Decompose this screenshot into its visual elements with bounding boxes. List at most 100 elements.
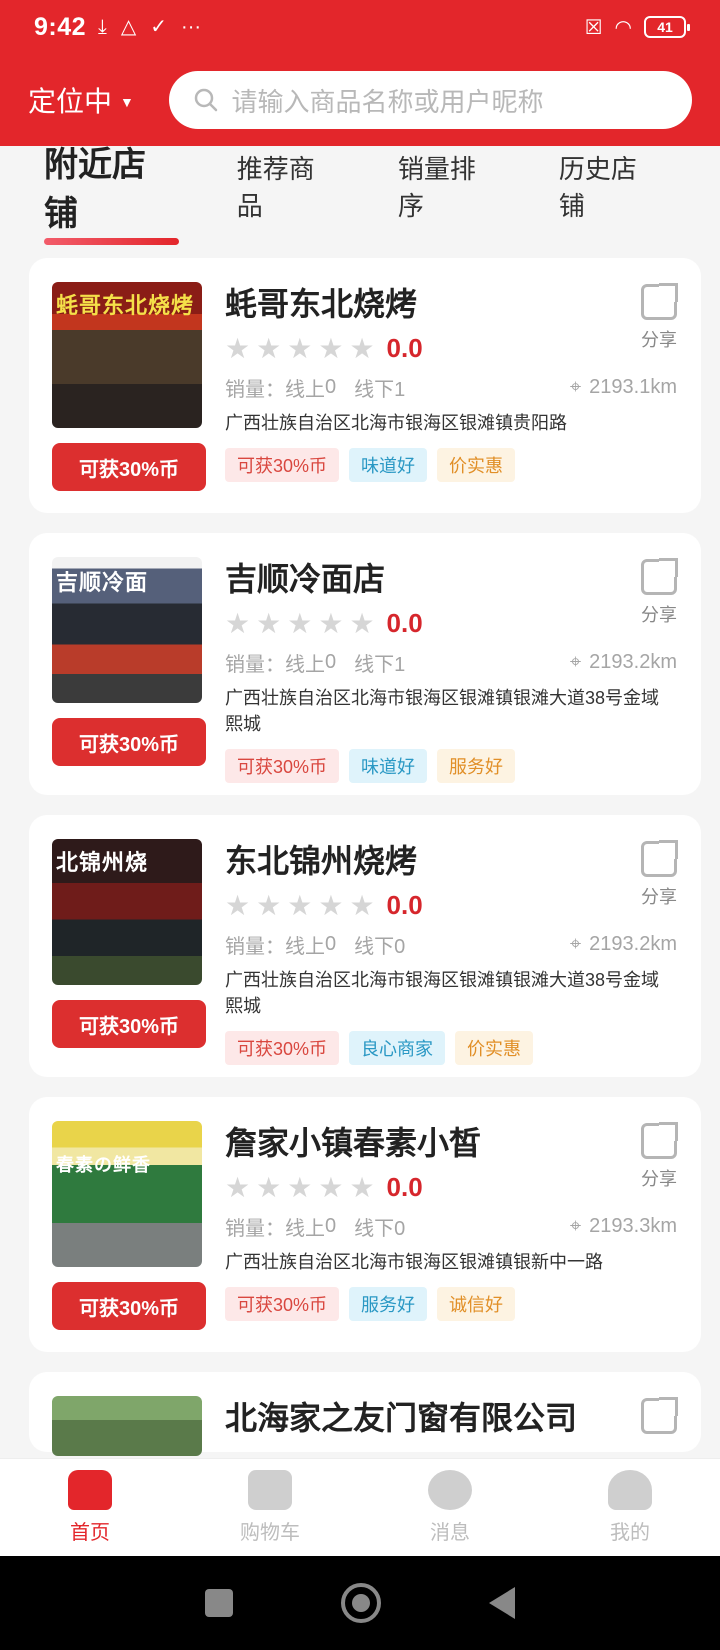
shop-card[interactable]: 春素の鲜香 可获30%币 詹家小镇春素小皙 ★ ★ ★ ★ ★ 0.0 销量： 线上 0 线… [29,1097,701,1352]
shop-image [52,1396,202,1456]
user-icon [608,1470,652,1510]
nav-cart-label: 购物车 [240,1522,300,1544]
star-icon: ★ [349,332,375,364]
sales-row: 销量： 线上 0 线下0 ⌖ 2193.3km [225,1209,677,1243]
shop-name: 东北锦州烧烤 [225,843,418,879]
star-icon: ★ [318,889,344,921]
tag: 可获30%币 [225,448,340,482]
shop-name: 詹家小镇春素小皙 [225,1125,482,1161]
coin-reward-button[interactable]: 可获30%币 [52,1282,206,1330]
tag: 良心商家 [349,1031,446,1065]
home-icon [68,1470,112,1510]
tag: 价实惠 [437,448,516,482]
nav-cart[interactable]: 购物车 [180,1459,360,1556]
location-label: 定位中 [28,86,113,117]
distance: ⌖ 2193.3km [570,1215,677,1238]
star-icon: ★ [256,607,282,639]
nav-me-label: 我的 [610,1522,650,1544]
tab-bar: 附近店铺 推荐商品 销量排序 历史店铺 [0,146,720,245]
nav-home-label: 首页 [70,1522,110,1544]
online-label: 线上 [285,1217,325,1240]
system-nav-bar [0,1556,720,1650]
distance: ⌖ 2193.2km [570,933,677,956]
offline-count: 0 [394,935,406,958]
star-icon: ★ [287,607,313,639]
sim-off-icon: ☒ [584,16,603,39]
sales-label: 销量： [225,378,285,401]
star-icon: ★ [287,332,313,364]
shop-name: 蚝哥东北烧烤 [225,286,418,322]
coin-reward-button[interactable]: 可获30%币 [52,1000,206,1048]
star-icon: ★ [318,332,344,364]
online-label: 线上 [285,935,325,958]
star-icon: ★ [349,889,375,921]
share-button[interactable]: 分享 [639,283,679,352]
coin-reward-button[interactable]: 可获30%币 [52,718,206,766]
shop-address: 广西壮族自治区北海市银海区银滩镇银滩大道38号金域熙城 [225,970,660,1016]
back-button[interactable] [489,1587,515,1619]
tab-recommended-goods[interactable]: 推荐商品 [237,149,340,223]
offline-label: 线下 [354,653,395,676]
distance-value: 2193.2km [589,932,677,955]
share-label: 分享 [641,605,677,625]
tag: 价实惠 [455,1031,534,1065]
shop-image: 北锦州烧 [52,839,202,985]
star-icon: ★ [349,607,375,639]
search-bar[interactable]: 请输入商品名称或用户昵称 [169,71,692,129]
shop-score: 0.0 [386,1171,423,1202]
tag: 可获30%币 [225,749,340,783]
nav-messages[interactable]: 消息 [360,1459,540,1556]
nav-messages-label: 消息 [430,1522,470,1544]
online-count: 0 [325,375,337,398]
shop-name: 吉顺冷面店 [225,561,386,597]
search-icon [195,88,218,112]
coin-reward-button[interactable]: 可获30%币 [52,443,206,491]
location-pin-icon: ⌖ [569,1214,582,1237]
status-bar: 9:42 ⤓ △ ✓ ··· ☒ ◠ 41 [0,0,720,54]
share-button[interactable]: 分享 [639,840,679,909]
shop-card[interactable]: 蚝哥东北烧烤 可获30%币 蚝哥东北烧烤 ★ ★ ★ ★ ★ 0.0 销量： 线上 0 线下… [29,258,701,513]
warning-icon: △ [120,16,137,38]
star-icon: ★ [225,889,251,921]
online-label: 线上 [285,653,325,676]
sales-row: 销量： 线上 0 线下0 ⌖ 2193.2km [225,927,677,961]
distance-value: 2193.1km [589,375,677,398]
shop-card[interactable]: 北海家之友门窗有限公司 [29,1372,701,1456]
status-time: 9:42 [34,12,87,41]
shop-address: 广西壮族自治区北海市银海区银滩镇银滩大道38号金域熙城 [225,688,660,734]
tab-nearby-shops[interactable]: 附近店铺 [44,137,179,245]
shop-image: 春素の鲜香 [52,1121,202,1267]
tab-history-shops[interactable]: 历史店铺 [559,149,662,223]
shop-card[interactable]: 吉顺冷面 可获30%币 吉顺冷面店 ★ ★ ★ ★ ★ 0.0 销量： 线上 0 线下1 ⌖… [29,533,701,795]
tab-sales-sort[interactable]: 销量排序 [398,149,501,223]
more-dots-icon: ··· [181,16,202,38]
share-icon [641,283,678,320]
shop-name: 北海家之友门窗有限公司 [225,1400,578,1436]
distance: ⌖ 2193.1km [570,376,677,399]
star-icon: ★ [256,1171,282,1203]
offline-count: 1 [394,653,406,676]
check-icon: ✓ [150,16,168,38]
share-icon [641,558,678,595]
rating-row: ★ ★ ★ ★ ★ 0.0 [225,883,677,927]
nav-home[interactable]: 首页 [0,1459,180,1556]
cart-icon [248,1470,292,1510]
shop-card[interactable]: 北锦州烧 可获30%币 东北锦州烧烤 ★ ★ ★ ★ ★ 0.0 销量： 线上 0 线下0 … [29,815,701,1077]
location-selector[interactable]: 定位中 ▼ [28,80,155,120]
star-icon: ★ [225,332,251,364]
recents-button[interactable] [205,1589,233,1617]
distance: ⌖ 2193.2km [570,651,677,674]
star-icon: ★ [349,1171,375,1203]
share-button[interactable]: 分享 [639,1122,679,1191]
sales-label: 销量： [225,653,285,676]
share-label: 分享 [641,887,677,907]
share-button[interactable] [639,1397,679,1440]
home-button[interactable] [341,1583,381,1623]
tag: 服务好 [349,1287,428,1321]
nav-me[interactable]: 我的 [540,1459,720,1556]
offline-count: 0 [394,1217,406,1240]
star-icon: ★ [287,1171,313,1203]
search-placeholder: 请输入商品名称或用户昵称 [231,86,544,117]
share-button[interactable]: 分享 [639,558,679,627]
share-icon [641,1122,678,1159]
